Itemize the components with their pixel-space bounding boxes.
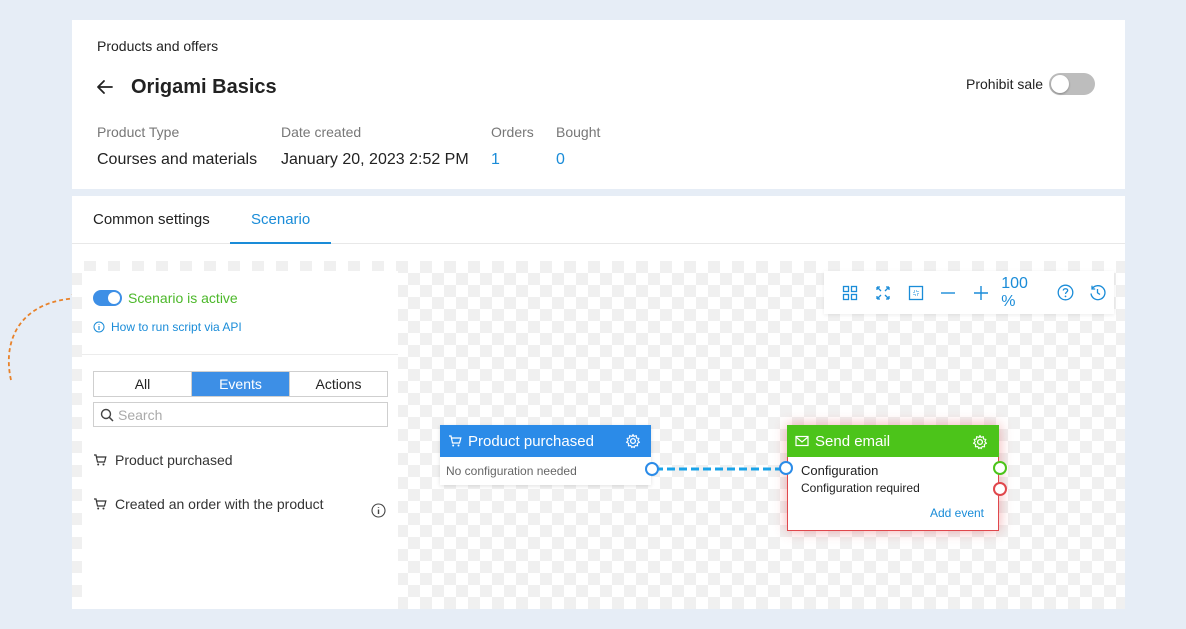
divider <box>82 354 398 355</box>
info-icon[interactable] <box>371 503 386 518</box>
filter-actions[interactable]: Actions <box>290 372 387 396</box>
scenario-active-toggle[interactable] <box>93 290 122 306</box>
scenario-active-label: Scenario is active <box>128 290 238 306</box>
node-config-label: Configuration <box>801 463 879 478</box>
tab-bar: Common settings Scenario <box>72 196 1125 244</box>
meta-label: Bought <box>556 124 601 140</box>
meta-value: Courses and materials <box>97 151 258 168</box>
event-item-product-purchased[interactable]: Product purchased <box>93 452 233 468</box>
node-connection <box>655 467 785 471</box>
history-button[interactable] <box>1081 278 1114 308</box>
prohibit-sale-toggle[interactable] <box>1049 73 1096 95</box>
breadcrumb[interactable]: Products and offers <box>97 38 218 54</box>
back-arrow-icon[interactable] <box>94 76 116 98</box>
help-icon <box>1057 284 1074 301</box>
meta-bought: Bought 0 <box>556 124 600 169</box>
event-item-order-created[interactable]: Created an order with the product <box>93 496 324 512</box>
search-icon <box>100 408 114 422</box>
meta-label: Date created <box>281 124 362 140</box>
meta-orders: Orders 1 <box>491 124 534 169</box>
bought-count-link[interactable]: 0 <box>556 151 600 169</box>
event-item-label: Product purchased <box>115 452 233 468</box>
cart-icon <box>94 498 107 510</box>
meta-value: January 20, 2023 2:52 PM <box>281 151 469 168</box>
failure-port[interactable] <box>993 482 1007 496</box>
api-help-link[interactable]: How to run script via API <box>93 320 242 334</box>
add-event-link[interactable]: Add event <box>930 506 984 520</box>
zoom-out-button[interactable] <box>932 278 965 308</box>
page-title: Origami Basics <box>131 76 277 98</box>
output-port[interactable] <box>645 462 659 476</box>
gear-icon[interactable] <box>972 434 988 450</box>
meta-label: Orders <box>491 124 534 140</box>
fit-view-button[interactable] <box>899 278 932 308</box>
cart-icon <box>449 435 462 447</box>
node-product-purchased[interactable]: Product purchased No configuration neede… <box>440 425 659 485</box>
node-send-email[interactable]: Send email Configuration Configuration r… <box>779 425 1007 531</box>
fit-icon <box>908 285 923 300</box>
history-icon <box>1090 285 1106 301</box>
tab-common-settings[interactable]: Common settings <box>93 196 210 244</box>
api-help-link-label: How to run script via API <box>111 320 242 334</box>
filter-all[interactable]: All <box>94 372 192 396</box>
meta-product-type: Product Type Courses and materials <box>97 124 257 169</box>
scenario-canvas[interactable]: Scenario is active How to run script via… <box>72 261 1125 609</box>
scenario-active-row: Scenario is active <box>93 290 238 306</box>
success-port[interactable] <box>993 461 1007 475</box>
product-header: Products and offers Origami Basics Prohi… <box>72 20 1125 189</box>
node-title: Product purchased <box>468 432 594 450</box>
node-header: Send email <box>787 425 999 457</box>
grid-icon <box>843 285 858 300</box>
cart-icon <box>94 454 107 466</box>
envelope-icon <box>795 435 809 447</box>
node-title: Send email <box>815 432 891 450</box>
event-item-label: Created an order with the product <box>115 496 324 512</box>
search-box <box>93 402 388 427</box>
minus-icon <box>941 291 956 294</box>
meta-label: Product Type <box>97 124 180 140</box>
node-subtitle: No configuration needed <box>446 464 577 478</box>
element-panel: Scenario is active How to run script via… <box>82 271 398 609</box>
orders-count-link[interactable]: 1 <box>491 151 534 169</box>
search-input[interactable] <box>118 406 378 423</box>
zoom-in-button[interactable] <box>965 278 998 308</box>
scenario-card: Common settings Scenario Scenario is act… <box>72 196 1125 609</box>
node-header: Product purchased <box>440 425 651 457</box>
expand-icon <box>876 285 890 300</box>
help-button[interactable] <box>1049 278 1082 308</box>
prohibit-sale-label: Prohibit sale <box>966 76 1044 92</box>
fullscreen-button[interactable] <box>867 278 900 308</box>
info-icon <box>93 321 105 333</box>
filter-segmented-control: All Events Actions <box>93 371 388 397</box>
filter-events[interactable]: Events <box>192 372 290 396</box>
node-config-status: Configuration required <box>801 481 920 495</box>
grid-view-button[interactable] <box>834 278 867 308</box>
zoom-level: 100 % <box>1001 274 1028 310</box>
meta-date-created: Date created January 20, 2023 2:52 PM <box>281 124 469 169</box>
gear-icon[interactable] <box>625 433 641 449</box>
tab-scenario[interactable]: Scenario <box>230 196 332 244</box>
prohibit-sale-control: Prohibit sale <box>966 73 1096 95</box>
input-port[interactable] <box>779 461 793 475</box>
canvas-toolbar: 100 % <box>824 271 1114 314</box>
plus-icon <box>973 285 988 300</box>
